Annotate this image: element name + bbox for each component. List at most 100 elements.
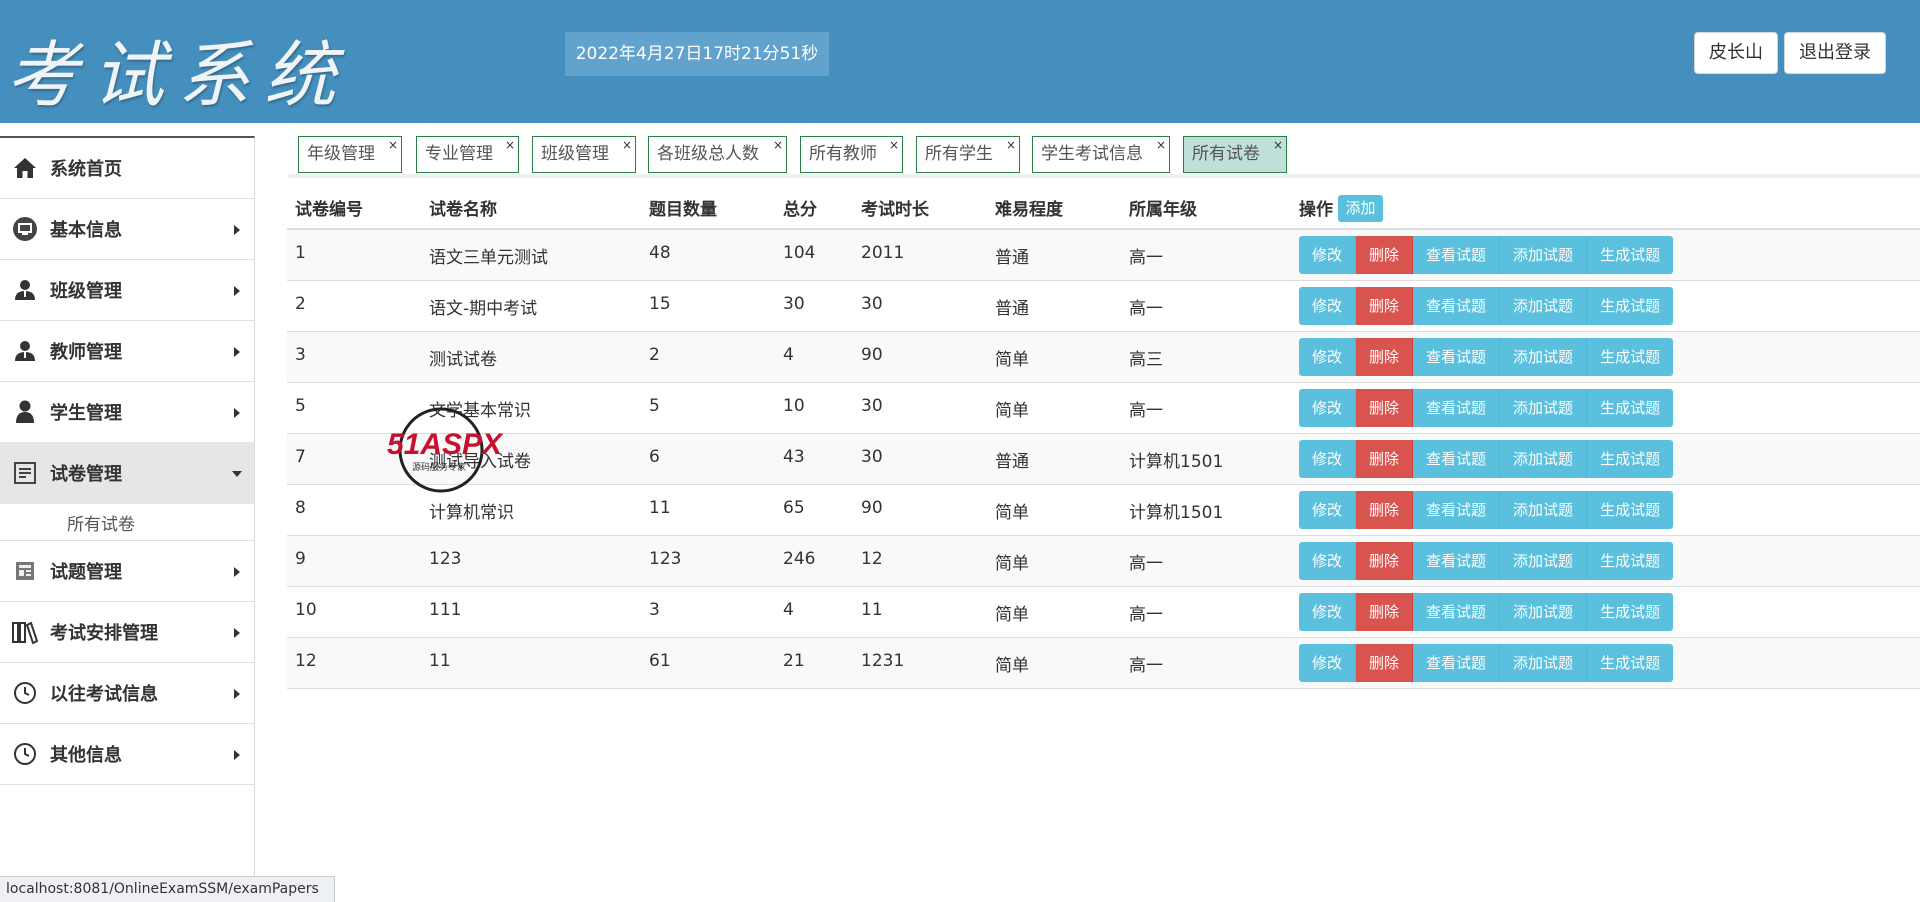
view-questions-button[interactable]: 查看试题 bbox=[1413, 338, 1501, 376]
edit-button[interactable]: 修改 bbox=[1299, 593, 1357, 631]
sidebar-item-basic-info[interactable]: 基本信息 bbox=[0, 199, 254, 260]
sidebar-item-questions[interactable]: 试题管理 bbox=[0, 541, 254, 602]
chevron-right-icon bbox=[234, 225, 240, 235]
sidebar-item-other[interactable]: 其他信息 bbox=[0, 724, 254, 785]
generate-questions-button[interactable]: 生成试题 bbox=[1587, 542, 1674, 580]
table-cell: 90 bbox=[861, 345, 883, 365]
column-header: 操作 bbox=[1299, 200, 1333, 220]
sidebar-item-home[interactable]: 系统首页 bbox=[0, 138, 254, 199]
table-cell: 普通 bbox=[995, 299, 1029, 319]
chevron-right-icon bbox=[234, 347, 240, 357]
tab-all-papers[interactable]: 所有试卷 × bbox=[1183, 136, 1287, 173]
delete-button[interactable]: 删除 bbox=[1356, 593, 1414, 631]
close-icon[interactable]: × bbox=[773, 128, 783, 163]
table-cell: 语文三单元测试 bbox=[429, 248, 548, 268]
add-paper-button[interactable]: 添加 bbox=[1338, 195, 1383, 222]
table-body: 1 语文三单元测试 48 104 2011 普通 高一 修改 删除 查看试题 添加试题 生成试题 2 语文… bbox=[287, 230, 1920, 689]
close-icon[interactable]: × bbox=[505, 128, 515, 163]
close-icon[interactable]: × bbox=[388, 128, 398, 163]
sidebar-item-exam-schedule[interactable]: 考试安排管理 bbox=[0, 602, 254, 663]
delete-button[interactable]: 删除 bbox=[1356, 287, 1414, 325]
add-questions-button[interactable]: 添加试题 bbox=[1500, 440, 1588, 478]
delete-button[interactable]: 删除 bbox=[1356, 644, 1414, 682]
tab-grade[interactable]: 年级管理 × bbox=[298, 136, 402, 173]
newspaper-icon bbox=[12, 558, 38, 584]
add-questions-button[interactable]: 添加试题 bbox=[1500, 593, 1588, 631]
add-questions-button[interactable]: 添加试题 bbox=[1500, 542, 1588, 580]
close-icon[interactable]: × bbox=[889, 128, 899, 163]
tab-major[interactable]: 专业管理 × bbox=[416, 136, 519, 173]
logout-button[interactable]: 退出登录 bbox=[1784, 32, 1886, 74]
add-questions-button[interactable]: 添加试题 bbox=[1500, 236, 1588, 274]
watermark-brand: 51ASPX bbox=[387, 428, 504, 461]
view-questions-button[interactable]: 查看试题 bbox=[1413, 440, 1501, 478]
table-cell: 123 bbox=[429, 549, 462, 569]
edit-button[interactable]: 修改 bbox=[1299, 644, 1357, 682]
top-header: 考试系统 2022年4月27日17时21分51秒 皮长山 退出登录 bbox=[0, 0, 1920, 123]
generate-questions-button[interactable]: 生成试题 bbox=[1587, 389, 1674, 427]
view-questions-button[interactable]: 查看试题 bbox=[1413, 542, 1501, 580]
table-cell: 高一 bbox=[1129, 656, 1163, 676]
generate-questions-button[interactable]: 生成试题 bbox=[1587, 287, 1674, 325]
sidebar-item-past-exams[interactable]: 以往考试信息 bbox=[0, 663, 254, 724]
close-icon[interactable]: × bbox=[1273, 128, 1283, 163]
table-cell: 30 bbox=[783, 294, 805, 314]
table-cell: 111 bbox=[429, 600, 462, 620]
user-button[interactable]: 皮长山 bbox=[1694, 32, 1778, 74]
view-questions-button[interactable]: 查看试题 bbox=[1413, 389, 1501, 427]
table-cell: 90 bbox=[861, 498, 883, 518]
sidebar: 系统首页 基本信息 班级管理 教师管理 学生管理 试卷管理 所有试卷 试题管理 … bbox=[0, 136, 255, 902]
table-cell: 3 bbox=[649, 600, 660, 620]
edit-button[interactable]: 修改 bbox=[1299, 542, 1357, 580]
user-icon bbox=[12, 399, 38, 425]
view-questions-button[interactable]: 查看试题 bbox=[1413, 593, 1501, 631]
edit-button[interactable]: 修改 bbox=[1299, 491, 1357, 529]
table-cell: 6 bbox=[649, 447, 660, 467]
edit-button[interactable]: 修改 bbox=[1299, 287, 1357, 325]
view-questions-button[interactable]: 查看试题 bbox=[1413, 236, 1501, 274]
close-icon[interactable]: × bbox=[1156, 128, 1166, 163]
edit-button[interactable]: 修改 bbox=[1299, 338, 1357, 376]
add-questions-button[interactable]: 添加试题 bbox=[1500, 644, 1588, 682]
sidebar-item-class[interactable]: 班级管理 bbox=[0, 260, 254, 321]
sidebar-item-teacher[interactable]: 教师管理 bbox=[0, 321, 254, 382]
add-questions-button[interactable]: 添加试题 bbox=[1500, 491, 1588, 529]
chevron-right-icon bbox=[234, 750, 240, 760]
delete-button[interactable]: 删除 bbox=[1356, 542, 1414, 580]
sidebar-item-student[interactable]: 学生管理 bbox=[0, 382, 254, 443]
generate-questions-button[interactable]: 生成试题 bbox=[1587, 236, 1674, 274]
edit-button[interactable]: 修改 bbox=[1299, 440, 1357, 478]
close-icon[interactable]: × bbox=[622, 128, 632, 163]
generate-questions-button[interactable]: 生成试题 bbox=[1587, 440, 1674, 478]
view-questions-button[interactable]: 查看试题 bbox=[1413, 287, 1501, 325]
table-cell: 高一 bbox=[1129, 401, 1163, 421]
tab-student-exam-info[interactable]: 学生考试信息 × bbox=[1032, 136, 1170, 173]
generate-questions-button[interactable]: 生成试题 bbox=[1587, 491, 1674, 529]
column-header: 所属年级 bbox=[1129, 200, 1197, 220]
close-icon[interactable]: × bbox=[1006, 128, 1016, 163]
add-questions-button[interactable]: 添加试题 bbox=[1500, 287, 1588, 325]
sidebar-item-papers[interactable]: 试卷管理 bbox=[0, 443, 254, 504]
delete-button[interactable]: 删除 bbox=[1356, 491, 1414, 529]
tab-teachers[interactable]: 所有教师 × bbox=[800, 136, 903, 173]
user-icon bbox=[12, 277, 38, 303]
delete-button[interactable]: 删除 bbox=[1356, 389, 1414, 427]
add-questions-button[interactable]: 添加试题 bbox=[1500, 338, 1588, 376]
view-questions-button[interactable]: 查看试题 bbox=[1413, 491, 1501, 529]
delete-button[interactable]: 删除 bbox=[1356, 338, 1414, 376]
edit-button[interactable]: 修改 bbox=[1299, 389, 1357, 427]
table-cell: 65 bbox=[783, 498, 805, 518]
column-header: 总分 bbox=[783, 200, 817, 220]
delete-button[interactable]: 删除 bbox=[1356, 440, 1414, 478]
edit-button[interactable]: 修改 bbox=[1299, 236, 1357, 274]
generate-questions-button[interactable]: 生成试题 bbox=[1587, 338, 1674, 376]
generate-questions-button[interactable]: 生成试题 bbox=[1587, 644, 1674, 682]
delete-button[interactable]: 删除 bbox=[1356, 236, 1414, 274]
generate-questions-button[interactable]: 生成试题 bbox=[1587, 593, 1674, 631]
submenu-item-all-papers[interactable]: 所有试卷 bbox=[0, 504, 254, 541]
tab-class-count[interactable]: 各班级总人数 × bbox=[648, 136, 787, 173]
view-questions-button[interactable]: 查看试题 bbox=[1413, 644, 1501, 682]
add-questions-button[interactable]: 添加试题 bbox=[1500, 389, 1588, 427]
tab-students[interactable]: 所有学生 × bbox=[916, 136, 1020, 173]
tab-class[interactable]: 班级管理 × bbox=[532, 136, 636, 173]
